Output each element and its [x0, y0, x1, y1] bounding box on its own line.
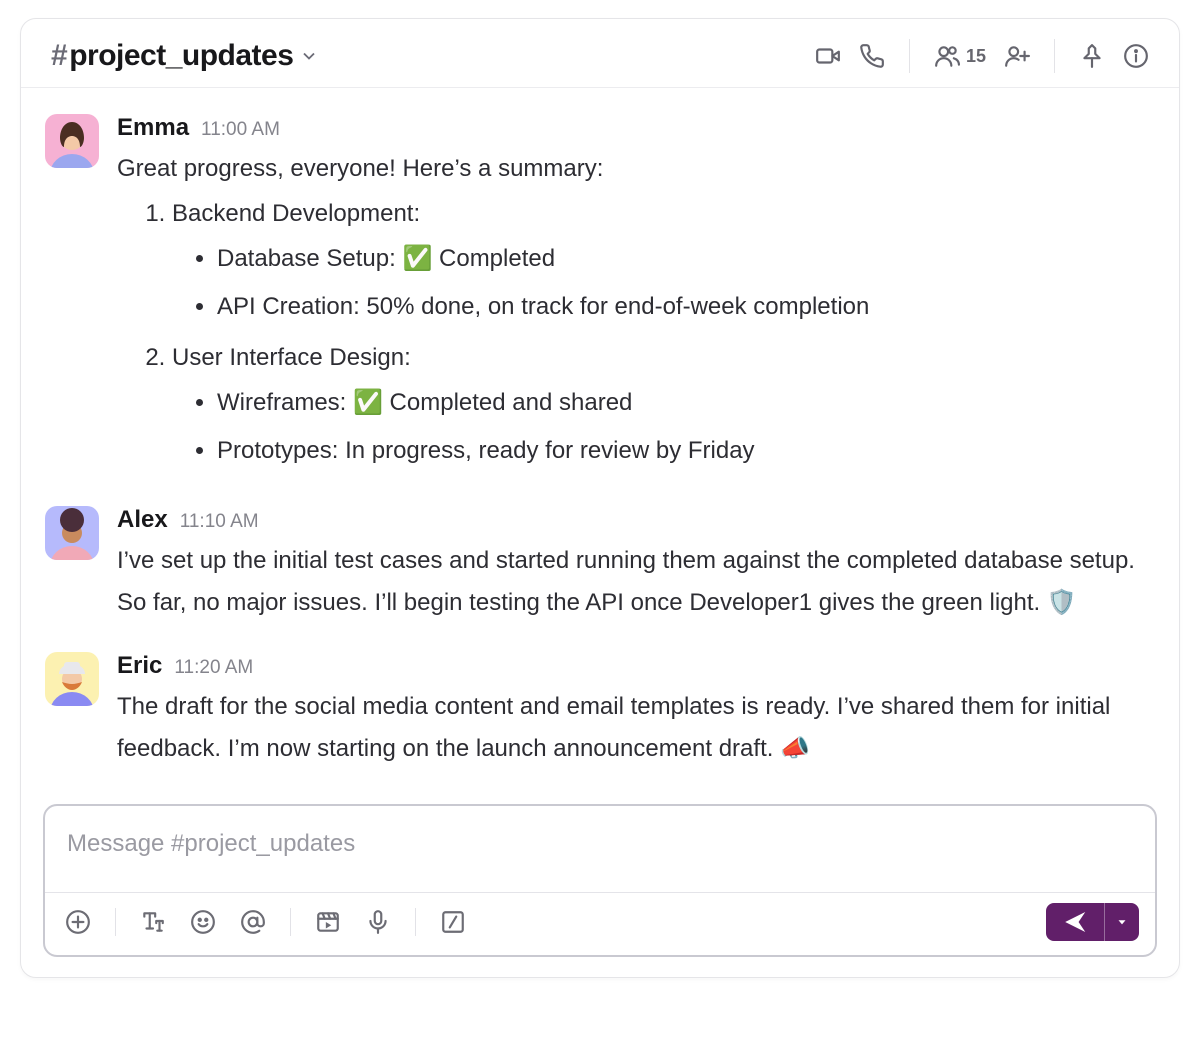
avatar[interactable]	[45, 506, 99, 560]
summary-section: Backend Development: Database Setup: ✅ C…	[172, 190, 1149, 334]
message-text: I’ve set up the initial test cases and s…	[117, 540, 1149, 624]
chevron-down-icon	[299, 46, 319, 66]
message-body: Eric 11:20 AM The draft for the social m…	[117, 652, 1149, 770]
audio-call-button[interactable]	[859, 43, 885, 69]
message-text: Great progress, everyone! Here’s a summa…	[117, 148, 1149, 478]
avatar[interactable]	[45, 652, 99, 706]
message: Eric 11:20 AM The draft for the social m…	[21, 638, 1149, 784]
message-body: Alex 11:10 AM I’ve set up the initial te…	[117, 506, 1149, 624]
message-author: Eric	[117, 652, 162, 680]
plus-circle-icon	[65, 909, 91, 935]
smile-icon	[190, 909, 216, 935]
message-time: 11:10 AM	[180, 511, 259, 533]
section-heading: Backend Development:	[172, 200, 420, 227]
channel-name: #project_updates	[51, 39, 293, 73]
message: Alex 11:10 AM I’ve set up the initial te…	[21, 492, 1149, 638]
message-text: The draft for the social media content a…	[117, 686, 1149, 770]
send-button-group	[1046, 903, 1139, 941]
send-icon	[1064, 911, 1086, 933]
info-icon	[1123, 43, 1149, 69]
message-author: Emma	[117, 114, 189, 142]
message-header: Emma 11:00 AM	[117, 114, 1149, 142]
section-heading: User Interface Design:	[172, 344, 411, 371]
message-time: 11:20 AM	[174, 657, 253, 679]
list-item: API Creation: 50% done, on track for end…	[217, 283, 1149, 331]
list-item: Wireframes: ✅ Completed and shared	[217, 379, 1149, 427]
slash-box-icon	[440, 909, 466, 935]
separator	[1054, 39, 1055, 73]
composer-toolbar	[45, 893, 1155, 955]
separator	[909, 39, 910, 73]
separator	[115, 908, 116, 936]
separator	[290, 908, 291, 936]
people-icon	[934, 43, 960, 69]
channel-name-text: project_updates	[69, 39, 293, 72]
video-icon	[815, 43, 841, 69]
section-items: Wireframes: ✅ Completed and shared Proto…	[172, 379, 1149, 475]
member-count: 15	[966, 46, 986, 67]
summary-section: User Interface Design: Wireframes: ✅ Com…	[172, 334, 1149, 478]
message-author: Alex	[117, 506, 168, 534]
members-button[interactable]: 15	[934, 43, 986, 69]
chat-app: #project_updates 15	[20, 18, 1180, 978]
message-input[interactable]: Message #project_updates	[45, 806, 1155, 893]
at-icon	[240, 909, 266, 935]
list-item: Prototypes: In progress, ready for revie…	[217, 427, 1149, 475]
add-member-button[interactable]	[1004, 43, 1030, 69]
message-header: Alex 11:10 AM	[117, 506, 1149, 534]
info-button[interactable]	[1123, 43, 1149, 69]
add-person-icon	[1004, 43, 1030, 69]
message-intro: Great progress, everyone! Here’s a summa…	[117, 148, 1149, 190]
header-actions: 15	[815, 39, 1149, 73]
message-list: Emma 11:00 AM Great progress, everyone! …	[21, 88, 1179, 798]
message-header: Eric 11:20 AM	[117, 652, 1149, 680]
message-composer: Message #project_updates	[43, 804, 1157, 957]
caret-down-icon	[1115, 915, 1129, 929]
section-items: Database Setup: ✅ Completed API Creation…	[172, 235, 1149, 331]
clapper-icon	[315, 909, 341, 935]
avatar[interactable]	[45, 114, 99, 168]
message: Emma 11:00 AM Great progress, everyone! …	[21, 100, 1149, 492]
summary-list: Backend Development: Database Setup: ✅ C…	[117, 190, 1149, 478]
hash-icon: #	[51, 39, 67, 72]
pin-icon	[1079, 43, 1105, 69]
message-time: 11:00 AM	[201, 119, 280, 141]
video-call-button[interactable]	[815, 43, 841, 69]
microphone-icon	[365, 909, 391, 935]
list-item: Database Setup: ✅ Completed	[217, 235, 1149, 283]
separator	[415, 908, 416, 936]
send-options-button[interactable]	[1105, 903, 1139, 941]
formatting-button[interactable]	[136, 905, 170, 939]
attach-button[interactable]	[61, 905, 95, 939]
shortcuts-button[interactable]	[436, 905, 470, 939]
phone-icon	[859, 43, 885, 69]
text-format-icon	[140, 909, 166, 935]
send-button[interactable]	[1046, 903, 1105, 941]
mention-button[interactable]	[236, 905, 270, 939]
emoji-button[interactable]	[186, 905, 220, 939]
pin-button[interactable]	[1079, 43, 1105, 69]
message-body: Emma 11:00 AM Great progress, everyone! …	[117, 114, 1149, 478]
channel-header: #project_updates 15	[21, 19, 1179, 88]
audio-clip-button[interactable]	[361, 905, 395, 939]
video-clip-button[interactable]	[311, 905, 345, 939]
channel-title-button[interactable]: #project_updates	[51, 39, 319, 73]
